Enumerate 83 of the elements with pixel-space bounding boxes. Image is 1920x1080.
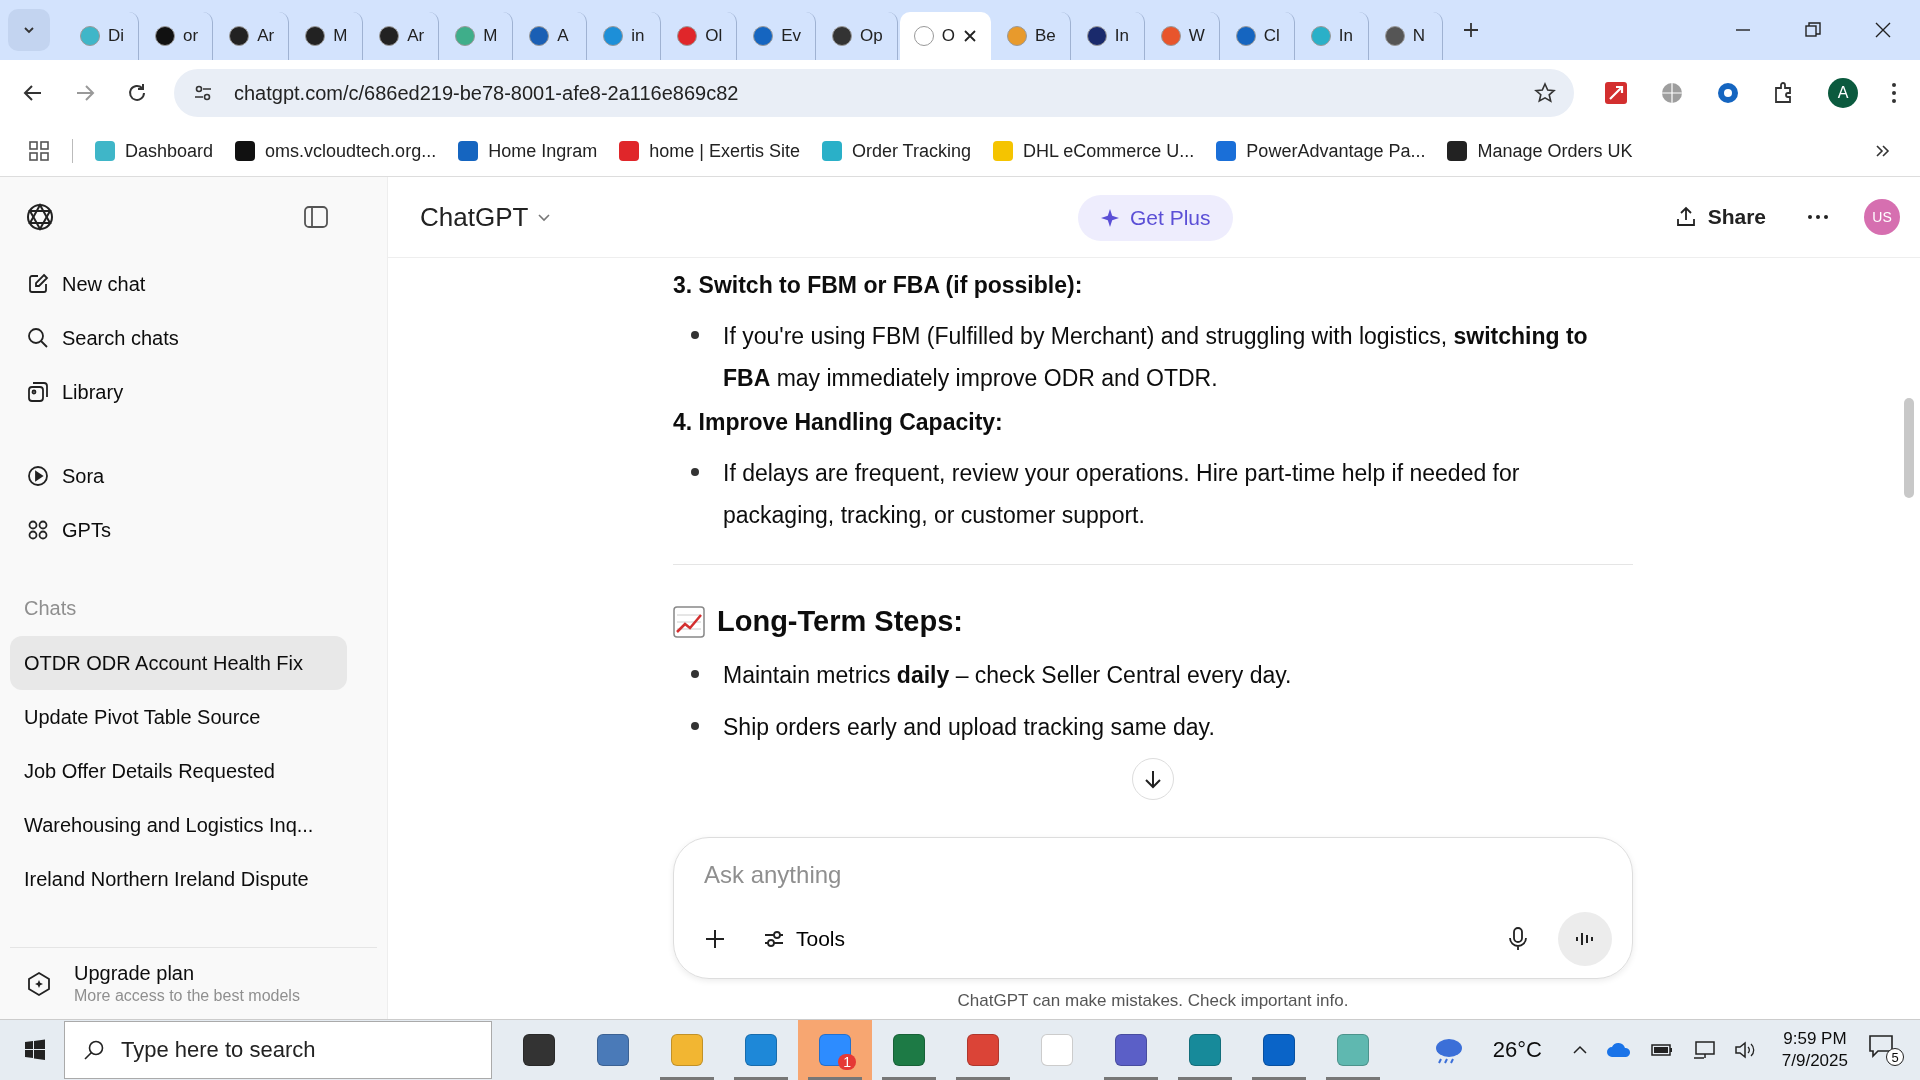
chart-increasing-icon [673, 605, 705, 638]
bullet-icon [691, 670, 699, 678]
extension-icon[interactable] [1604, 81, 1628, 105]
taskbar-app-icon[interactable]: 1 [798, 1020, 872, 1080]
bookmark-link[interactable]: Home Ingram [458, 140, 598, 162]
temperature-text: 26°C [1492, 1037, 1542, 1063]
bullet-icon [691, 331, 699, 339]
speaker-icon[interactable] [1733, 1040, 1756, 1060]
sidebar-item[interactable]: Sora [10, 449, 377, 503]
bookmark-link[interactable]: oms.vcloudtech.org... [235, 140, 437, 162]
bookmark-link[interactable]: home | Exertis Site [619, 140, 800, 162]
address-bar[interactable]: chatgpt.com/c/686ed219-be78-8001-afe8-2a116e869c82 [174, 69, 1574, 117]
images-icon [26, 380, 50, 404]
clock[interactable]: 9:59 PM 7/9/2025 [1781, 1029, 1848, 1071]
sidebar-item[interactable]: GPTs [10, 503, 377, 557]
profile-avatar[interactable]: A [1828, 78, 1858, 108]
bookmark-link[interactable]: Manage Orders UK [1447, 140, 1633, 162]
bookmark-link[interactable]: Dashboard [95, 140, 214, 162]
chat-history-item[interactable]: OTDR ODR Account Health Fix [10, 636, 347, 690]
chat-history-item[interactable]: Job Offer Details Requested [10, 744, 347, 798]
bullet-text: Ship orders early and upload tracking same day. [723, 713, 1215, 742]
upgrade-title: Upgrade plan [74, 962, 196, 985]
sidebar-item[interactable]: Search chats [10, 311, 377, 365]
chat-history-item[interactable]: Warehousing and Logistics Inq... [10, 798, 347, 852]
bookmark-link[interactable]: Order Tracking [821, 140, 971, 162]
restore-icon[interactable] [1804, 21, 1822, 39]
disclaimer-text: ChatGPT can make mistakes. Check important info. [956, 991, 1350, 1011]
upgrade-subtitle: More access to the best models [74, 987, 300, 1005]
bullet-icon [691, 722, 699, 730]
search-icon [26, 326, 50, 350]
message-composer[interactable]: Ask anything Tools [673, 837, 1633, 979]
menu-icon[interactable] [1890, 81, 1898, 105]
sidebar-item[interactable]: Library [10, 365, 377, 419]
browser-tab[interactable]: O [899, 12, 991, 60]
logo-icon[interactable] [24, 201, 56, 233]
tools-button[interactable]: Tools [756, 926, 852, 952]
notification-count: 5 [1886, 1048, 1904, 1066]
close-icon[interactable] [1874, 21, 1892, 39]
sparkle-icon [1100, 208, 1120, 228]
bullet-text: If you're using FBM (Fulfilled by Merchant) and struggling with logistics, switching to FBA may immediately improve ODR and OTDR. [723, 322, 1589, 393]
time-text: 9:59 PM [1783, 1029, 1847, 1049]
share-button[interactable]: Share [1667, 204, 1772, 230]
bullet-icon [691, 468, 699, 476]
pencil-icon [26, 272, 50, 296]
battery-icon[interactable] [1649, 1041, 1674, 1059]
search-input[interactable]: Type here to search [119, 1036, 473, 1064]
chat-history-item[interactable]: Ireland Northern Ireland Dispute [10, 852, 347, 906]
arrow-down-icon [1142, 768, 1164, 790]
scrollbar-thumb[interactable] [1904, 398, 1914, 498]
sidebar-item[interactable]: New chat [10, 257, 377, 311]
bookmark-link[interactable]: DHL eCommerce U... [993, 140, 1195, 162]
scroll-down-button[interactable] [1132, 758, 1174, 800]
section-heading: Chats [23, 596, 78, 621]
bullet-text: Maintain metrics daily – check Seller Central every day. [723, 661, 1292, 690]
search-icon [83, 1039, 105, 1061]
microphone-icon[interactable] [1506, 926, 1530, 952]
notification-center-button[interactable]: 5 [1868, 1034, 1904, 1066]
cloud-icon[interactable] [1605, 1041, 1632, 1059]
message-icon [1868, 1034, 1894, 1058]
step-heading: 3. Switch to FBM or FBA (if possible): [673, 272, 1084, 299]
extension-icon[interactable] [1716, 81, 1740, 105]
taskbar-search-field[interactable]: Type here to search [64, 1021, 492, 1079]
play-icon [26, 464, 50, 488]
section-heading: Long-Term Steps: [717, 605, 963, 638]
chat-history-item[interactable]: Update Pivot Table Source [10, 690, 347, 744]
reload-icon[interactable] [126, 82, 148, 104]
network-icon[interactable] [1691, 1040, 1716, 1060]
bullet-text: If delays are frequent, review your operations. Hire part-time help if needed for packaging, tracking, or customer support. [723, 459, 1521, 530]
get-plus-button[interactable]: Get Plus [1078, 195, 1233, 241]
model-selector[interactable]: ChatGPT [414, 200, 559, 234]
windows-start-icon[interactable] [24, 1039, 46, 1061]
apps-grid-icon[interactable] [28, 140, 50, 162]
sparkle-hexagon-icon [26, 970, 52, 997]
globe-icon[interactable] [1660, 81, 1684, 105]
date-text: 7/9/2025 [1781, 1051, 1848, 1071]
grid-icon [26, 518, 50, 542]
notification-badge: 1 [838, 1054, 856, 1070]
close-icon[interactable] [962, 29, 977, 43]
sidebar-toggle-icon[interactable] [303, 204, 329, 230]
bookmark-star-icon[interactable] [1534, 82, 1556, 104]
url-text: chatgpt.com/c/686ed219-be78-8001-afe8-2a116e869c82 [234, 81, 740, 105]
step-heading: 4. Improve Handling Capacity: [673, 409, 1004, 436]
bookmark-link[interactable]: PowerAdvantage Pa... [1216, 140, 1426, 162]
